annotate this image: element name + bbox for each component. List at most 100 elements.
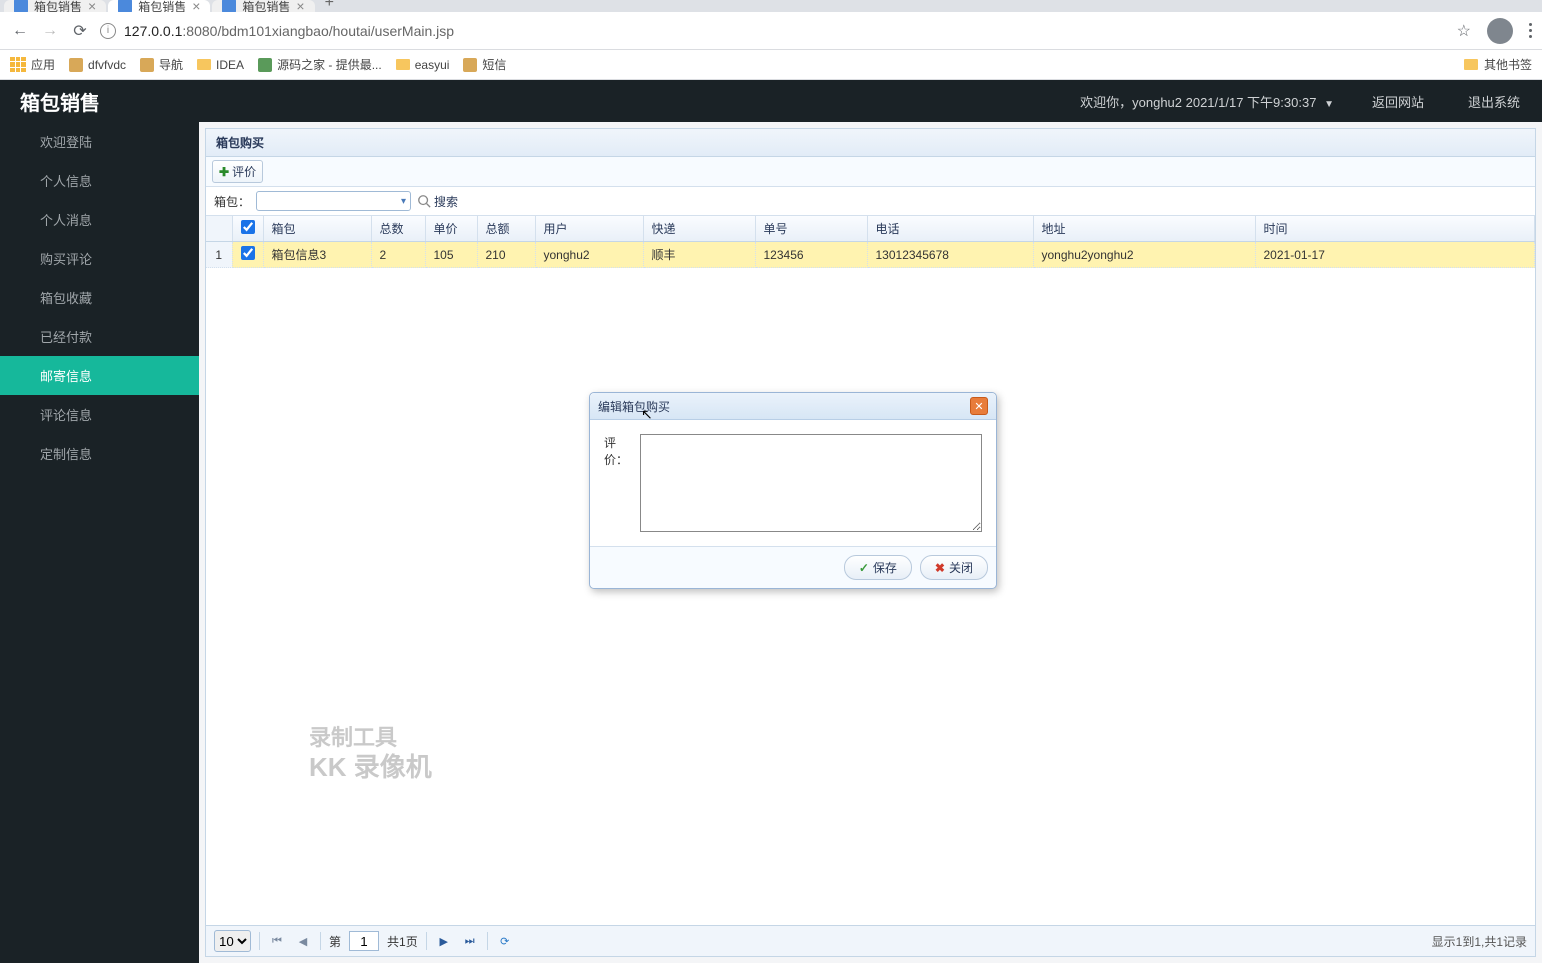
close-icon[interactable]: × [192, 0, 200, 12]
apps-label: 应用 [31, 56, 55, 73]
cancel-button[interactable]: ✖ 关闭 [920, 555, 988, 580]
cell-price: 105 [425, 242, 477, 268]
dialog-close-button[interactable]: ✕ [970, 397, 988, 415]
search-button[interactable]: 搜索 [417, 193, 458, 210]
dialog-buttons: ✓ 保存 ✖ 关闭 [590, 547, 996, 588]
refresh-button[interactable]: ⟳ [496, 932, 514, 950]
col-address[interactable]: 地址 [1033, 216, 1255, 242]
check-icon: ✓ [859, 561, 869, 575]
col-phone[interactable]: 电话 [867, 216, 1033, 242]
col-express[interactable]: 快递 [643, 216, 755, 242]
edit-dialog: 编辑箱包购买 ✕ 评价： ✓ 保存 ✖ 关闭 [589, 392, 997, 589]
bookmark-item[interactable]: dfvfvdc [69, 58, 126, 72]
sidebar-item-comments[interactable]: 评论信息 [0, 395, 199, 434]
cell-express: 顺丰 [643, 242, 755, 268]
cell-qty: 2 [371, 242, 425, 268]
col-time[interactable]: 时间 [1255, 216, 1535, 242]
rownum-header [206, 216, 232, 242]
chevron-down-icon: ▼ [1324, 99, 1334, 110]
back-button[interactable]: ← [10, 21, 30, 41]
bookmarks-bar: 应用 dfvfvdc 导航 IDEA 源码之家 - 提供最... easyui … [0, 50, 1542, 80]
bookmark-icon [258, 58, 272, 72]
table-header-row: 箱包 总数 单价 总额 用户 快递 单号 电话 地址 时间 [206, 216, 1535, 242]
page-label: 第 [329, 933, 341, 950]
cell-time: 2021-01-17 [1255, 242, 1535, 268]
product-combobox[interactable]: ▾ [256, 191, 411, 211]
sidebar-item-favorites[interactable]: 箱包收藏 [0, 278, 199, 317]
prev-page-button[interactable]: ◀ [294, 932, 312, 950]
next-page-button[interactable]: ▶ [435, 932, 453, 950]
app-title: 箱包销售 [0, 87, 120, 116]
col-user[interactable]: 用户 [535, 216, 643, 242]
profile-avatar[interactable] [1487, 18, 1513, 44]
sidebar-item-welcome[interactable]: 欢迎登陆 [0, 122, 199, 161]
browser-tab-0[interactable]: 箱包销售 × [4, 0, 106, 12]
table-row[interactable]: 1 箱包信息3 2 105 210 yonghu2 顺丰 123456 1301… [206, 242, 1535, 268]
url-input[interactable]: i 127.0.0.1:8080/bdm101xiangbao/houtai/u… [100, 23, 1447, 39]
browser-tab-1[interactable]: 箱包销售 × [108, 0, 210, 12]
cell-product: 箱包信息3 [263, 242, 371, 268]
browser-menu-icon[interactable] [1529, 23, 1532, 38]
cell-orderno: 123456 [755, 242, 867, 268]
row-checkbox[interactable] [241, 246, 255, 260]
sidebar-item-profile[interactable]: 个人信息 [0, 161, 199, 200]
close-icon[interactable]: × [296, 0, 304, 12]
search-label: 箱包： [214, 193, 250, 210]
checkbox-header [232, 216, 263, 242]
other-bookmarks[interactable]: 其他书签 [1464, 56, 1532, 73]
plus-icon: ✚ [219, 165, 229, 179]
close-icon[interactable]: × [88, 0, 96, 12]
col-orderno[interactable]: 单号 [755, 216, 867, 242]
forward-button[interactable]: → [40, 21, 60, 41]
sidebar-item-custom[interactable]: 定制信息 [0, 434, 199, 473]
field-label: 评价： [604, 434, 632, 532]
dialog-titlebar[interactable]: 编辑箱包购买 ✕ [590, 393, 996, 420]
last-page-button[interactable]: ⏭ [461, 932, 479, 950]
dialog-title: 编辑箱包购买 [598, 398, 670, 415]
sidebar-item-shipping[interactable]: 邮寄信息 [0, 356, 199, 395]
reload-button[interactable]: ⟳ [70, 21, 90, 41]
panel-title: 箱包购买 [206, 129, 1535, 157]
col-product[interactable]: 箱包 [263, 216, 371, 242]
bookmark-item[interactable]: 短信 [463, 56, 506, 73]
chevron-down-icon: ▾ [401, 196, 406, 207]
pager-info: 显示1到1,共1记录 [1432, 933, 1527, 950]
col-price[interactable]: 单价 [425, 216, 477, 242]
sidebar-item-paid[interactable]: 已经付款 [0, 317, 199, 356]
bookmark-item[interactable]: 导航 [140, 56, 183, 73]
bookmark-icon [463, 58, 477, 72]
page-number-input[interactable] [349, 931, 379, 951]
bookmark-star-icon[interactable]: ☆ [1457, 21, 1471, 41]
url-text: 127.0.0.1:8080/bdm101xiangbao/houtai/use… [124, 23, 454, 39]
browser-tabs: 箱包销售 × 箱包销售 × 箱包销售 × + [0, 0, 1542, 12]
col-qty[interactable]: 总数 [371, 216, 425, 242]
evaluate-button[interactable]: ✚ 评价 [212, 160, 263, 183]
sidebar: 欢迎登陆 个人信息 个人消息 购买评论 箱包收藏 已经付款 邮寄信息 评论信息 … [0, 122, 199, 963]
bookmark-item[interactable]: IDEA [197, 58, 244, 72]
select-all-checkbox[interactable] [241, 220, 255, 234]
dialog-body: 评价： [590, 420, 996, 547]
bookmark-item[interactable]: easyui [396, 58, 450, 72]
site-info-icon[interactable]: i [100, 23, 116, 39]
tab-favicon [118, 0, 132, 12]
back-to-site-link[interactable]: 返回网站 [1350, 92, 1446, 111]
row-number: 1 [206, 242, 232, 268]
page-size-select[interactable]: 10 [214, 930, 251, 952]
search-row: 箱包： ▾ 搜索 [206, 187, 1535, 216]
sidebar-item-reviews[interactable]: 购买评论 [0, 239, 199, 278]
tab-favicon [222, 0, 236, 12]
cell-user: yonghu2 [535, 242, 643, 268]
apps-button[interactable]: 应用 [10, 56, 55, 73]
cell-address: yonghu2yonghu2 [1033, 242, 1255, 268]
col-total[interactable]: 总额 [477, 216, 535, 242]
app-header: 箱包销售 欢迎你，yonghu2 2021/1/17 下午9:30:37 ▼ 返… [0, 80, 1542, 122]
welcome-message[interactable]: 欢迎你，yonghu2 2021/1/17 下午9:30:37 ▼ [1064, 92, 1350, 111]
first-page-button[interactable]: ⏮ [268, 932, 286, 950]
bookmark-item[interactable]: 源码之家 - 提供最... [258, 56, 382, 73]
browser-tab-2[interactable]: 箱包销售 × [212, 0, 314, 12]
new-tab-button[interactable]: + [317, 0, 342, 12]
sidebar-item-messages[interactable]: 个人消息 [0, 200, 199, 239]
logout-link[interactable]: 退出系统 [1446, 92, 1542, 111]
save-button[interactable]: ✓ 保存 [844, 555, 912, 580]
review-textarea[interactable] [640, 434, 982, 532]
